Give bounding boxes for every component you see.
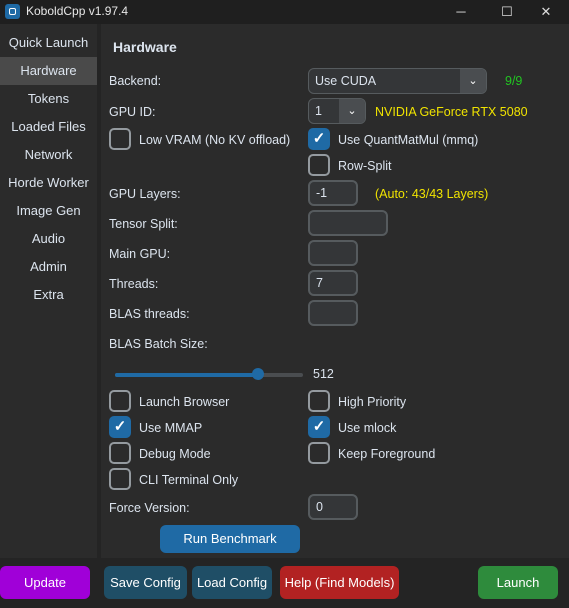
quantmatmul-label: Use QuantMatMul (mmq) xyxy=(338,133,479,147)
footer-bar: Update Save Config Load Config Help (Fin… xyxy=(0,558,569,608)
blas-batch-value: 512 xyxy=(313,367,334,381)
use-mlock-checkbox[interactable]: ✓ xyxy=(308,416,330,438)
close-button[interactable]: ✕ xyxy=(523,0,569,24)
main-gpu-label: Main GPU: xyxy=(109,247,171,261)
sidebar-item-quick-launch[interactable]: Quick Launch xyxy=(0,29,97,57)
threads-input[interactable]: 7 xyxy=(308,270,358,296)
use-mlock-label: Use mlock xyxy=(338,421,397,435)
backend-select[interactable]: Use CUDA ⌄ xyxy=(308,68,487,94)
gpu-layers-auto: (Auto: 43/43 Layers) xyxy=(375,187,489,201)
backend-value: Use CUDA xyxy=(315,74,377,88)
force-version-input[interactable]: 0 xyxy=(308,494,358,520)
sidebar: Quick Launch Hardware Tokens Loaded File… xyxy=(0,24,97,558)
minimize-button[interactable]: ─ xyxy=(438,0,484,24)
sidebar-item-image-gen[interactable]: Image Gen xyxy=(0,197,97,225)
high-priority-checkbox[interactable] xyxy=(308,390,330,412)
gpu-layers-label: GPU Layers: xyxy=(109,187,181,201)
gpu-id-select[interactable]: 1 ⌄ xyxy=(308,98,366,124)
tensor-split-label: Tensor Split: xyxy=(109,217,178,231)
chevron-down-icon[interactable]: ⌄ xyxy=(339,99,365,123)
window-title: KoboldCpp v1.97.4 xyxy=(26,4,129,18)
load-config-button[interactable]: Load Config xyxy=(192,566,272,599)
blas-threads-input[interactable] xyxy=(308,300,358,326)
app-icon xyxy=(5,4,20,19)
blas-batch-label: BLAS Batch Size: xyxy=(109,337,208,351)
force-version-label: Force Version: xyxy=(109,501,190,515)
checkmark-icon: ✓ xyxy=(113,418,127,435)
page-title: Hardware xyxy=(113,39,177,55)
main-gpu-input[interactable] xyxy=(308,240,358,266)
run-benchmark-button[interactable]: Run Benchmark xyxy=(160,525,300,553)
update-button[interactable]: Update xyxy=(0,566,90,599)
blas-threads-label: BLAS threads: xyxy=(109,307,190,321)
quantmatmul-checkbox[interactable]: ✓ xyxy=(308,128,330,150)
sidebar-item-audio[interactable]: Audio xyxy=(0,225,97,253)
tensor-split-input[interactable] xyxy=(308,210,388,236)
use-mmap-label: Use MMAP xyxy=(139,421,203,435)
gpu-id-label: GPU ID: xyxy=(109,105,156,119)
gpu-name: NVIDIA GeForce RTX 5080 xyxy=(375,105,528,119)
blas-batch-slider-handle[interactable] xyxy=(251,368,264,380)
low-vram-checkbox[interactable] xyxy=(109,128,131,150)
low-vram-label: Low VRAM (No KV offload) xyxy=(139,133,291,147)
keep-foreground-checkbox[interactable] xyxy=(308,442,330,464)
keep-foreground-label: Keep Foreground xyxy=(338,447,436,461)
cli-terminal-label: CLI Terminal Only xyxy=(139,473,239,487)
launch-browser-checkbox[interactable] xyxy=(109,390,131,412)
sidebar-item-admin[interactable]: Admin xyxy=(0,253,97,281)
sidebar-item-tokens[interactable]: Tokens xyxy=(0,85,97,113)
debug-mode-checkbox[interactable] xyxy=(109,442,131,464)
gpu-layers-input[interactable]: -1 xyxy=(308,180,358,206)
launch-button[interactable]: Launch xyxy=(478,566,558,599)
sidebar-item-horde-worker[interactable]: Horde Worker xyxy=(0,169,97,197)
chevron-down-icon[interactable]: ⌄ xyxy=(460,69,486,93)
checkmark-icon: ✓ xyxy=(312,418,326,435)
hardware-panel: Hardware Backend: Use CUDA ⌄ 9/9 GPU ID:… xyxy=(101,24,569,558)
launch-browser-label: Launch Browser xyxy=(139,395,230,409)
threads-label: Threads: xyxy=(109,277,159,291)
checkmark-icon: ✓ xyxy=(312,130,326,147)
debug-mode-label: Debug Mode xyxy=(139,447,211,461)
row-split-label: Row-Split xyxy=(338,159,392,173)
sidebar-item-extra[interactable]: Extra xyxy=(0,281,97,309)
row-split-checkbox[interactable] xyxy=(308,154,330,176)
gpu-id-value: 1 xyxy=(315,104,322,118)
high-priority-label: High Priority xyxy=(338,395,407,409)
cli-terminal-checkbox[interactable] xyxy=(109,468,131,490)
sidebar-item-network[interactable]: Network xyxy=(0,141,97,169)
sidebar-item-hardware[interactable]: Hardware xyxy=(0,57,97,85)
backend-label: Backend: xyxy=(109,74,162,88)
sidebar-item-loaded-files[interactable]: Loaded Files xyxy=(0,113,97,141)
use-mmap-checkbox[interactable]: ✓ xyxy=(109,416,131,438)
help-find-models-button[interactable]: Help (Find Models) xyxy=(280,566,399,599)
blas-batch-slider[interactable] xyxy=(115,373,303,377)
backend-count: 9/9 xyxy=(505,74,523,88)
title-bar: KoboldCpp v1.97.4 ─ ☐ ✕ xyxy=(0,0,569,24)
blas-batch-slider-fill xyxy=(115,373,258,377)
save-config-button[interactable]: Save Config xyxy=(104,566,187,599)
